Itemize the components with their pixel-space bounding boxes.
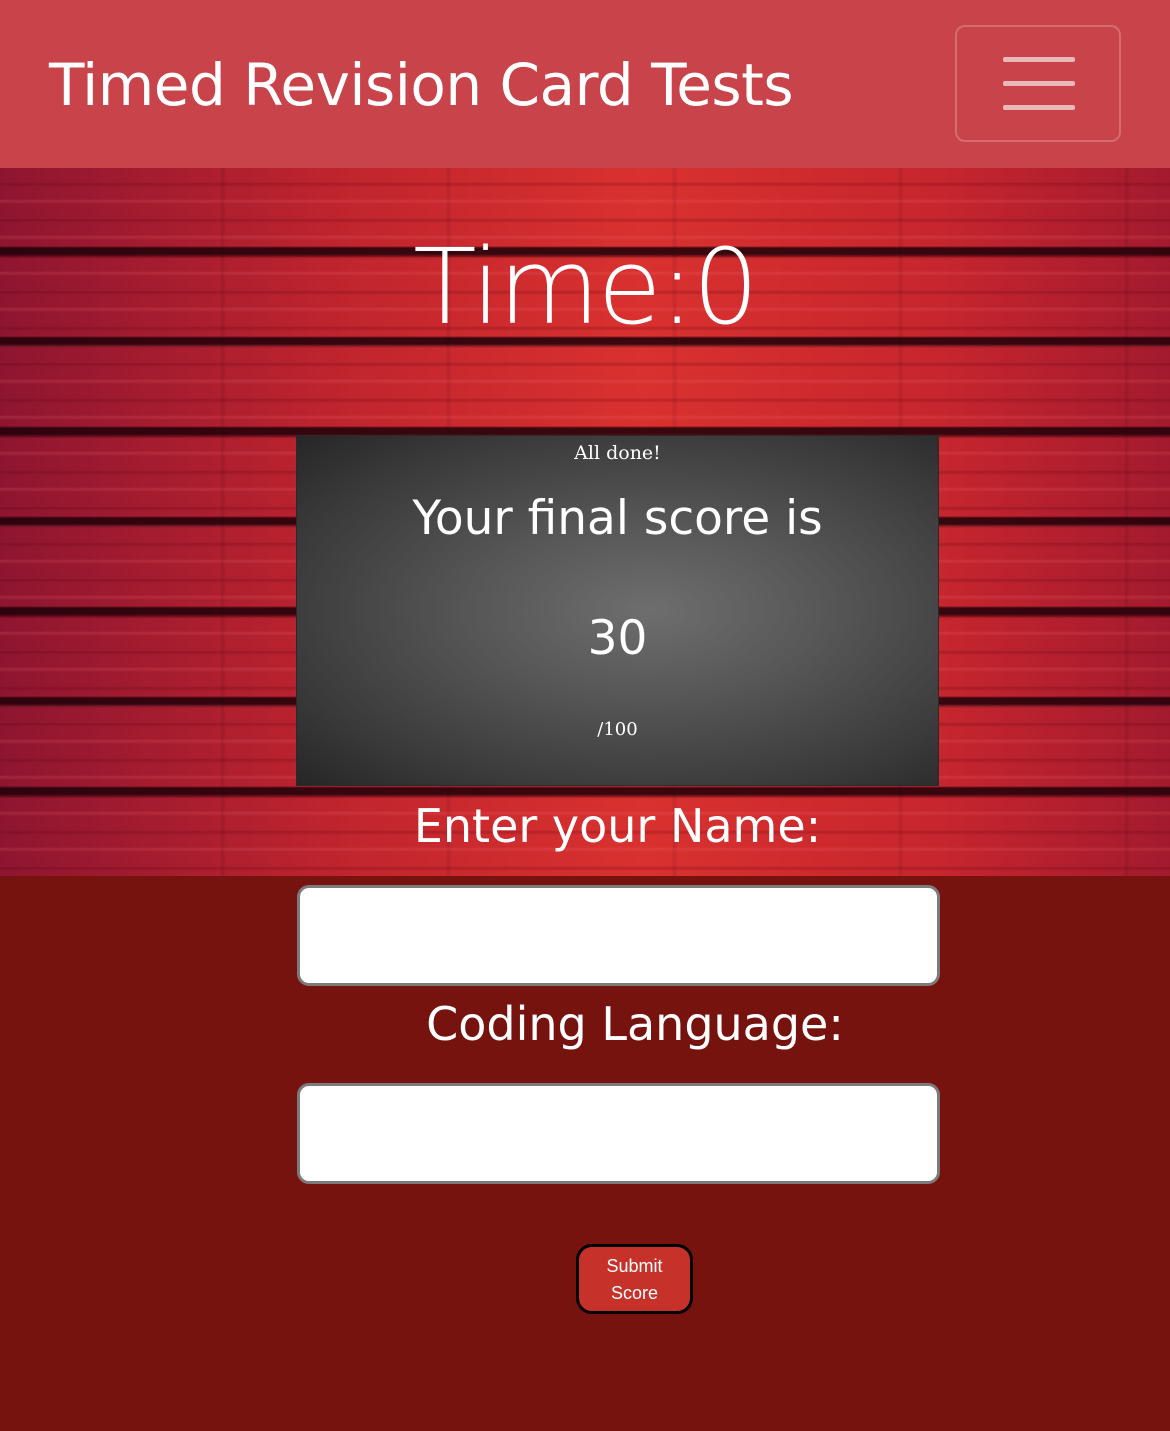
result-card: All done! Your final score is 30 /100 [296,435,939,786]
navbar-brand[interactable]: Timed Revision Card Tests [49,52,794,118]
coding-language-label: Coding Language: [426,997,844,1051]
name-label: Enter your Name: [413,799,822,853]
final-score-label: Your final score is [412,491,823,546]
timer-display: Time:0 [413,226,759,348]
final-score-max: /100 [597,719,638,740]
name-input[interactable] [297,885,940,986]
navbar-toggle-button[interactable] [955,25,1121,142]
navbar: Timed Revision Card Tests [0,0,1170,168]
final-score-value: 30 [587,611,648,666]
coding-language-input[interactable] [297,1083,940,1184]
submit-score-button[interactable]: Submit Score [576,1244,693,1314]
quiz-status: All done! [574,442,661,464]
